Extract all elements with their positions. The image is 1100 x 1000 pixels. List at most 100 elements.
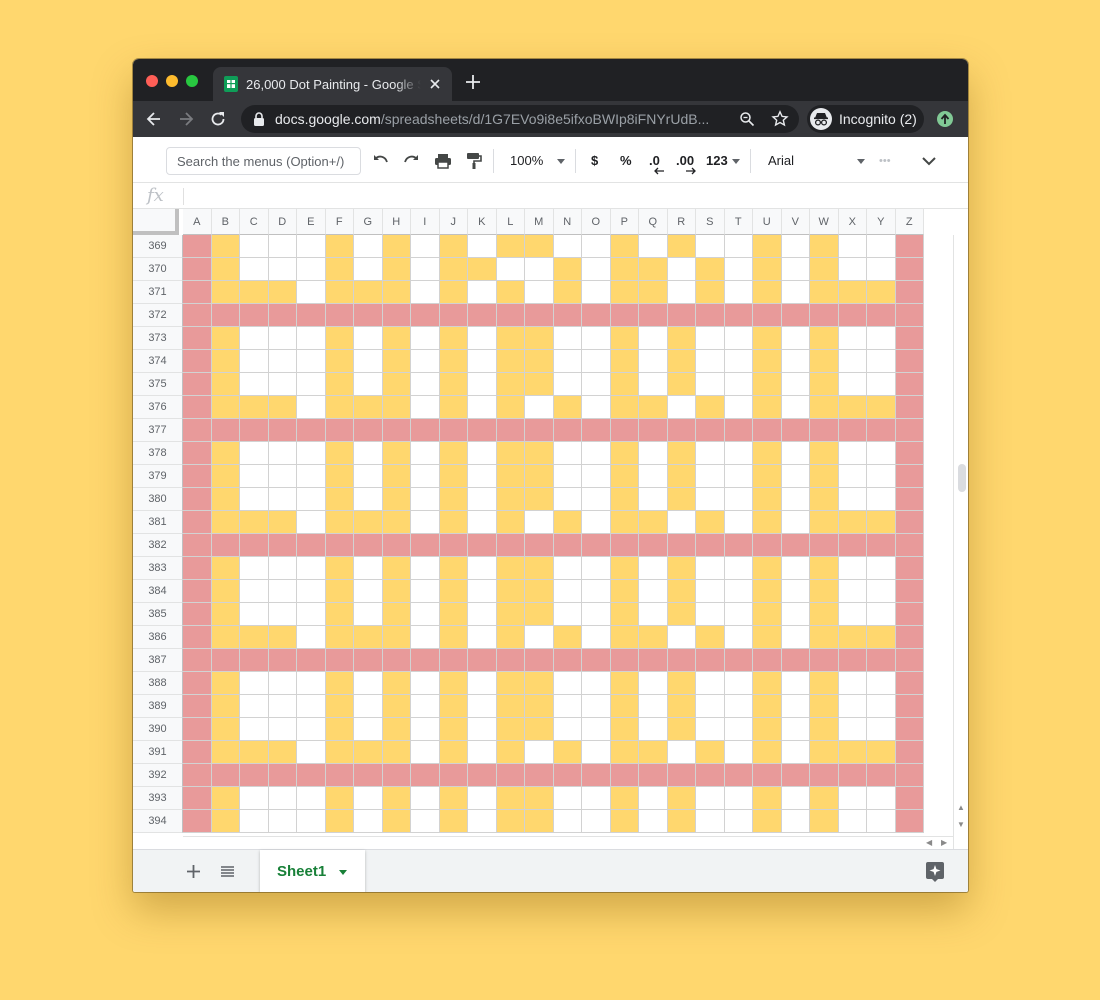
cell-t389[interactable] (724, 695, 753, 718)
cell-v394[interactable] (781, 810, 810, 833)
cell-a379[interactable] (183, 465, 212, 488)
cell-l389[interactable] (496, 695, 525, 718)
cell-d375[interactable] (268, 373, 297, 396)
cell-x371[interactable] (838, 281, 867, 304)
close-window-button[interactable] (146, 75, 158, 87)
cell-b379[interactable] (211, 465, 240, 488)
cell-x391[interactable] (838, 741, 867, 764)
cell-h370[interactable] (382, 258, 411, 281)
cell-v378[interactable] (781, 442, 810, 465)
cell-m383[interactable] (525, 557, 554, 580)
column-header-h[interactable]: H (382, 209, 411, 235)
paint-format-icon[interactable] (464, 151, 484, 171)
cell-c384[interactable] (240, 580, 269, 603)
close-tab-icon[interactable] (428, 77, 442, 91)
cell-o387[interactable] (582, 649, 611, 672)
cell-t375[interactable] (724, 373, 753, 396)
column-header-w[interactable]: W (810, 209, 839, 235)
cell-x392[interactable] (838, 764, 867, 787)
cell-z387[interactable] (895, 649, 924, 672)
cell-q380[interactable] (639, 488, 668, 511)
cell-m390[interactable] (525, 718, 554, 741)
cell-w389[interactable] (810, 695, 839, 718)
cell-w380[interactable] (810, 488, 839, 511)
cell-y370[interactable] (867, 258, 896, 281)
cell-n387[interactable] (553, 649, 582, 672)
cell-d384[interactable] (268, 580, 297, 603)
row-header-376[interactable]: 376 (133, 396, 183, 419)
cell-l381[interactable] (496, 511, 525, 534)
cell-t378[interactable] (724, 442, 753, 465)
cell-k379[interactable] (468, 465, 497, 488)
cell-t391[interactable] (724, 741, 753, 764)
cell-g393[interactable] (354, 787, 383, 810)
cell-l380[interactable] (496, 488, 525, 511)
cell-b380[interactable] (211, 488, 240, 511)
cell-m372[interactable] (525, 304, 554, 327)
cell-e389[interactable] (297, 695, 326, 718)
cell-b376[interactable] (211, 396, 240, 419)
cell-d382[interactable] (268, 534, 297, 557)
cell-r373[interactable] (667, 327, 696, 350)
cell-a376[interactable] (183, 396, 212, 419)
cell-m388[interactable] (525, 672, 554, 695)
cell-l378[interactable] (496, 442, 525, 465)
cell-d380[interactable] (268, 488, 297, 511)
cell-k370[interactable] (468, 258, 497, 281)
cell-c378[interactable] (240, 442, 269, 465)
cell-q371[interactable] (639, 281, 668, 304)
cell-p382[interactable] (610, 534, 639, 557)
row-header-387[interactable]: 387 (133, 649, 183, 672)
cell-j381[interactable] (439, 511, 468, 534)
cell-b369[interactable] (211, 235, 240, 258)
cell-h372[interactable] (382, 304, 411, 327)
cell-s380[interactable] (696, 488, 725, 511)
cell-q391[interactable] (639, 741, 668, 764)
cell-j393[interactable] (439, 787, 468, 810)
cell-r384[interactable] (667, 580, 696, 603)
scroll-right-arrow-icon[interactable]: ▶ (941, 838, 947, 848)
cell-l373[interactable] (496, 327, 525, 350)
row-header-371[interactable]: 371 (133, 281, 183, 304)
cell-u394[interactable] (753, 810, 782, 833)
cell-h375[interactable] (382, 373, 411, 396)
cell-x388[interactable] (838, 672, 867, 695)
cell-z376[interactable] (895, 396, 924, 419)
cell-m387[interactable] (525, 649, 554, 672)
cell-q377[interactable] (639, 419, 668, 442)
cell-h376[interactable] (382, 396, 411, 419)
cell-g388[interactable] (354, 672, 383, 695)
cell-j369[interactable] (439, 235, 468, 258)
cell-x386[interactable] (838, 626, 867, 649)
cell-d389[interactable] (268, 695, 297, 718)
cell-z393[interactable] (895, 787, 924, 810)
cell-p370[interactable] (610, 258, 639, 281)
column-header-i[interactable]: I (411, 209, 440, 235)
cell-n374[interactable] (553, 350, 582, 373)
cell-r378[interactable] (667, 442, 696, 465)
cell-e382[interactable] (297, 534, 326, 557)
cell-z384[interactable] (895, 580, 924, 603)
cell-j386[interactable] (439, 626, 468, 649)
cell-u372[interactable] (753, 304, 782, 327)
cell-u380[interactable] (753, 488, 782, 511)
cell-x394[interactable] (838, 810, 867, 833)
cell-e372[interactable] (297, 304, 326, 327)
row-header-377[interactable]: 377 (133, 419, 183, 442)
column-header-d[interactable]: D (268, 209, 297, 235)
menu-search-input[interactable]: Search the menus (Option+/) (166, 147, 361, 175)
cell-t370[interactable] (724, 258, 753, 281)
cell-o391[interactable] (582, 741, 611, 764)
cell-q375[interactable] (639, 373, 668, 396)
cell-b385[interactable] (211, 603, 240, 626)
cell-b392[interactable] (211, 764, 240, 787)
cell-z378[interactable] (895, 442, 924, 465)
cell-x389[interactable] (838, 695, 867, 718)
cell-r381[interactable] (667, 511, 696, 534)
back-arrow-icon[interactable] (144, 109, 164, 129)
cell-i391[interactable] (411, 741, 440, 764)
cell-v386[interactable] (781, 626, 810, 649)
cell-a375[interactable] (183, 373, 212, 396)
cell-s389[interactable] (696, 695, 725, 718)
cell-k394[interactable] (468, 810, 497, 833)
